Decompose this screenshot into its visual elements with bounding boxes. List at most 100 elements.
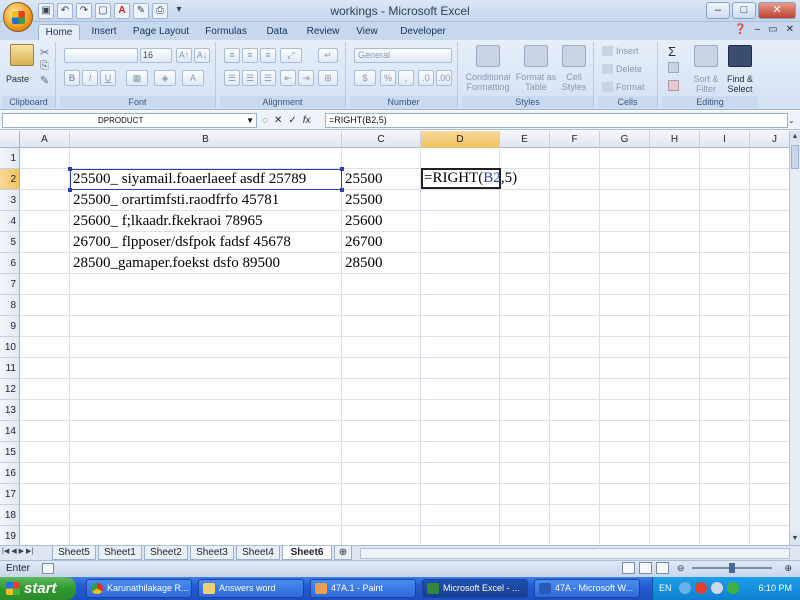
- active-cell-d2[interactable]: =RIGHT(B2,5): [421, 168, 517, 189]
- number-format-select[interactable]: General: [354, 48, 452, 63]
- row-header-11[interactable]: 11: [0, 358, 20, 379]
- ribbon-minimize-icon[interactable]: –: [755, 24, 761, 35]
- tab-review[interactable]: Review: [302, 24, 344, 40]
- reference-handle[interactable]: [68, 167, 72, 171]
- find-binoculars-icon[interactable]: [728, 45, 752, 67]
- worksheet-grid[interactable]: A B C D E F G H I J 1 2 3 4 5 6 7 8 9 10…: [0, 131, 789, 545]
- fill-color-icon[interactable]: ◈: [154, 70, 176, 86]
- sheet-tab-sheet2[interactable]: Sheet2: [144, 546, 188, 560]
- row-header-9[interactable]: 9: [0, 316, 20, 337]
- tab-home[interactable]: Home: [38, 24, 80, 40]
- row-header-2[interactable]: 2: [0, 169, 20, 190]
- format-cells-button[interactable]: Format: [616, 82, 645, 92]
- cell-c3[interactable]: 25500: [342, 190, 383, 211]
- clear-icon[interactable]: [668, 80, 679, 91]
- grow-font-icon[interactable]: A↑: [176, 48, 192, 63]
- row-header-8[interactable]: 8: [0, 295, 20, 316]
- row-header-18[interactable]: 18: [0, 505, 20, 526]
- help-icon[interactable]: ❓: [734, 24, 746, 35]
- zoom-out-icon[interactable]: ⊖: [677, 563, 685, 574]
- reference-handle[interactable]: [340, 167, 344, 171]
- normal-view-icon[interactable]: [621, 562, 635, 574]
- insert-function-button[interactable]: fx: [303, 113, 311, 128]
- name-box[interactable]: DPRODUCT ▼: [2, 113, 257, 128]
- row-header-14[interactable]: 14: [0, 421, 20, 442]
- last-sheet-icon[interactable]: ▶|: [26, 547, 33, 555]
- close-button[interactable]: ✕: [758, 2, 796, 19]
- column-header-g[interactable]: G: [600, 131, 650, 148]
- column-header-j[interactable]: J: [750, 131, 789, 148]
- sort-filter-icon[interactable]: [694, 45, 718, 67]
- row-header-12[interactable]: 12: [0, 379, 20, 400]
- messenger-icon[interactable]: [727, 582, 739, 594]
- taskbar-item-word[interactable]: 47A - Microsoft W...: [534, 579, 640, 598]
- delete-cells-button[interactable]: Delete: [616, 64, 642, 74]
- name-box-dropdown-icon[interactable]: ▼: [246, 114, 254, 127]
- cell-b5[interactable]: 26700_ flpposer/dsfpok fadsf 45678: [70, 232, 291, 253]
- start-button[interactable]: start: [0, 577, 76, 600]
- taskbar-item-paint[interactable]: 47A.1 - Paint: [310, 579, 416, 598]
- cut-icon[interactable]: ✂: [40, 46, 49, 59]
- sheet-tab-sheet6[interactable]: Sheet6: [282, 546, 332, 560]
- minimize-button[interactable]: –: [706, 2, 730, 19]
- increase-indent-icon[interactable]: ⇥: [298, 70, 314, 86]
- sheet-tab-sheet1[interactable]: Sheet1: [98, 546, 142, 560]
- insert-cells-button[interactable]: Insert: [616, 46, 639, 56]
- cell-c6[interactable]: 28500: [342, 253, 383, 274]
- font-color-icon[interactable]: A: [182, 70, 204, 86]
- volume-icon[interactable]: [711, 582, 723, 594]
- sheet-tab-sheet3[interactable]: Sheet3: [190, 546, 234, 560]
- cell-styles-icon[interactable]: [562, 45, 586, 67]
- enter-entry-button[interactable]: ✓: [288, 113, 296, 128]
- row-header-6[interactable]: 6: [0, 253, 20, 274]
- page-layout-view-icon[interactable]: [638, 562, 652, 574]
- column-header-c[interactable]: C: [342, 131, 421, 148]
- zoom-knob[interactable]: [729, 563, 736, 573]
- orientation-icon[interactable]: ⤢: [280, 48, 302, 63]
- tab-page-layout[interactable]: Page Layout: [130, 24, 192, 40]
- insert-sheet-icon[interactable]: ⊕: [334, 546, 352, 560]
- scroll-up-icon[interactable]: ▲: [790, 131, 800, 143]
- column-header-a[interactable]: A: [20, 131, 70, 148]
- column-header-f[interactable]: F: [550, 131, 600, 148]
- sort-filter-button[interactable]: Sort & Filter: [688, 74, 724, 94]
- tab-view[interactable]: View: [352, 24, 382, 40]
- zoom-in-icon[interactable]: ⊕: [784, 563, 792, 574]
- column-header-d[interactable]: D: [421, 131, 500, 148]
- paste-button[interactable]: Paste: [6, 74, 29, 84]
- next-sheet-icon[interactable]: ▶: [19, 547, 24, 555]
- align-center-icon[interactable]: ☰: [242, 70, 258, 86]
- tab-formulas[interactable]: Formulas: [200, 24, 252, 40]
- row-header-7[interactable]: 7: [0, 274, 20, 295]
- italic-button[interactable]: I: [82, 70, 98, 86]
- align-bottom-icon[interactable]: ≡: [260, 48, 276, 63]
- decrease-indent-icon[interactable]: ⇤: [280, 70, 296, 86]
- currency-icon[interactable]: $: [354, 70, 376, 86]
- row-header-10[interactable]: 10: [0, 337, 20, 358]
- cell-c5[interactable]: 26700: [342, 232, 383, 253]
- row-header-5[interactable]: 5: [0, 232, 20, 253]
- scroll-down-icon[interactable]: ▼: [790, 533, 800, 545]
- page-break-view-icon[interactable]: [655, 562, 669, 574]
- prev-sheet-icon[interactable]: ◀: [11, 547, 16, 555]
- cancel-entry-button[interactable]: ✕: [274, 113, 282, 128]
- row-header-4[interactable]: 4: [0, 211, 20, 232]
- sheet-tab-sheet4[interactable]: Sheet4: [236, 546, 280, 560]
- shrink-font-icon[interactable]: A↓: [194, 48, 210, 63]
- cell-b6[interactable]: 28500_gamaper.foekst dsfo 89500: [70, 253, 280, 274]
- format-as-table-icon[interactable]: [524, 45, 548, 67]
- row-header-15[interactable]: 15: [0, 442, 20, 463]
- format-painter-icon[interactable]: ✎: [40, 74, 49, 87]
- expand-formula-bar-icon[interactable]: ⌄: [788, 113, 798, 128]
- ribbon-close-icon[interactable]: ✕: [786, 24, 794, 35]
- scroll-thumb[interactable]: [791, 145, 799, 169]
- copy-icon[interactable]: ⎘: [40, 60, 49, 73]
- column-header-i[interactable]: I: [700, 131, 750, 148]
- sheet-tab-sheet5[interactable]: Sheet5: [52, 546, 96, 560]
- taskbar-item-answers-word[interactable]: Answers word: [198, 579, 304, 598]
- cell-c2[interactable]: 25500: [342, 169, 383, 190]
- vertical-scrollbar[interactable]: ▲ ▼: [789, 131, 800, 545]
- wrap-text-icon[interactable]: ↵: [318, 48, 338, 63]
- horizontal-scrollbar[interactable]: [360, 548, 790, 559]
- formula-bar-options-icon[interactable]: ◌: [262, 113, 268, 128]
